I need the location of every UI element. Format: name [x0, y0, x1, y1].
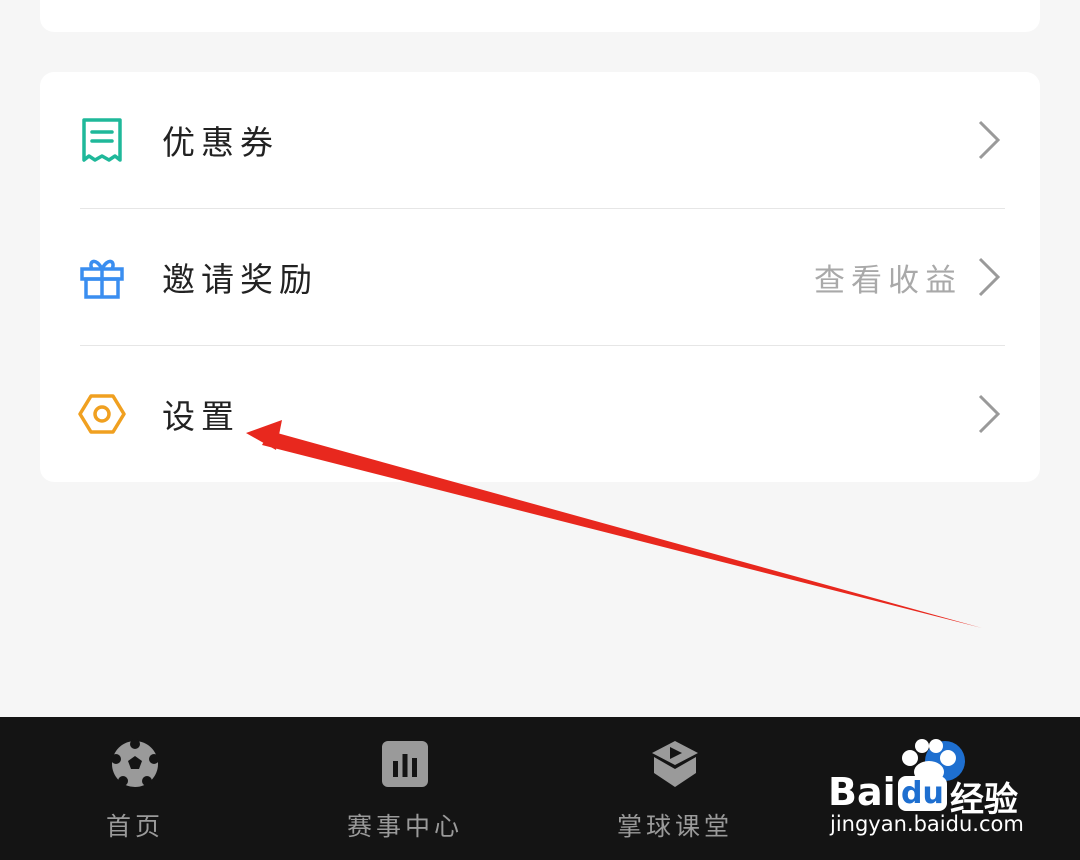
chevron-right-icon [978, 120, 1001, 160]
tab-label: 首页 [105, 812, 164, 841]
baidu-jingyan-watermark: Bai du 经验 jingyan.baidu.com [828, 738, 1028, 838]
watermark-url: jingyan.baidu.com [830, 812, 1024, 836]
tab-label: 赛事中心 [346, 812, 463, 841]
menu-item-label: 优惠券 [162, 123, 279, 162]
menu-item-label: 邀请奖励 [162, 260, 318, 299]
view-earnings-link[interactable]: 查看收益 [814, 255, 962, 300]
hexagon-settings-icon [78, 394, 126, 434]
soccer-ball-icon [111, 739, 159, 787]
bar-chart-icon [382, 741, 428, 787]
baidu-brand-text: Bai [828, 770, 896, 814]
tab-label: 掌球课堂 [616, 812, 733, 841]
menu-item-invite-rewards[interactable]: 邀请奖励 查看收益 [40, 209, 1040, 345]
menu-item-coupons[interactable]: 优惠券 [40, 72, 1040, 208]
tab-classroom[interactable]: 掌球课堂 [540, 717, 810, 860]
menu-card: 优惠券 邀请奖励 查看收益 设置 [40, 72, 1040, 482]
chevron-right-icon [978, 394, 1001, 434]
play-box-icon [652, 741, 698, 787]
gift-icon [80, 259, 124, 299]
tab-match-center[interactable]: 赛事中心 [270, 717, 540, 860]
menu-item-label: 设置 [162, 397, 240, 436]
chevron-right-icon [978, 257, 1001, 297]
menu-item-settings[interactable]: 设置 [40, 346, 1040, 482]
top-card [40, 0, 1040, 32]
tab-home[interactable]: 首页 [0, 717, 270, 860]
baidu-du-text: du [898, 776, 947, 811]
receipt-icon [82, 118, 122, 162]
